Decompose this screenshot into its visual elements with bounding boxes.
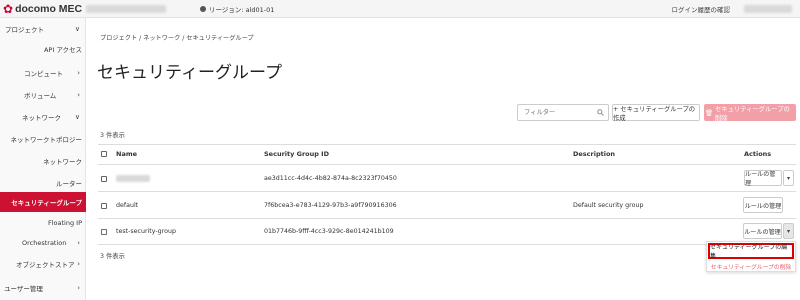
sidebar-item-label: ボリューム	[24, 92, 57, 100]
logo-text: docomo MEC	[15, 3, 83, 15]
item-count-bottom: 3 件表示	[100, 253, 125, 260]
column-header-id[interactable]: Security Group ID	[264, 150, 329, 158]
sidebar-item-routers[interactable]: ルーター	[0, 173, 86, 193]
edit-security-group-menu-item[interactable]: セキュリティーグループの編集	[708, 243, 794, 260]
sidebar-item-api-access[interactable]: API アクセス	[0, 39, 86, 59]
login-history-link[interactable]: ログイン履歴の確認	[672, 4, 731, 14]
delete-security-group-menu-item[interactable]: セキュリティーグループの削除	[708, 261, 794, 271]
sidebar-item-volume[interactable]: ボリューム ›	[0, 85, 86, 105]
table-divider	[98, 218, 796, 219]
row-security-group-id: 01b7746b-9fff-4cc3-929c-8e014241b109	[264, 228, 394, 235]
delete-security-group-button[interactable]: 🗑 セキュリティーグループの削除	[704, 104, 796, 122]
sidebar-item-project[interactable]: プロジェクト ∨	[0, 19, 86, 39]
breadcrumb[interactable]: プロジェクト / ネットワーク / セキュリティーグループ	[100, 33, 254, 42]
table-divider	[98, 244, 796, 245]
manage-rules-button[interactable]: ルールの管理	[744, 170, 782, 187]
caret-down-icon[interactable]: ▾	[783, 223, 794, 239]
sidebar-item-label: ネットワーク	[43, 158, 82, 166]
caret-down-icon[interactable]: ▾	[783, 170, 794, 186]
row-actions-dropdown: セキュリティーグループの編集 セキュリティーグループの削除	[706, 241, 796, 272]
row-name[interactable]: default	[116, 202, 138, 209]
table-divider	[98, 144, 796, 145]
column-header-name[interactable]: Name	[116, 150, 137, 158]
sidebar-item-network[interactable]: ネットワーク ∨	[0, 107, 86, 127]
chevron-right-icon: ›	[77, 69, 80, 77]
sidebar-item-label: API アクセス	[43, 46, 82, 54]
select-all-checkbox[interactable]	[101, 151, 107, 157]
location-pin-icon	[200, 6, 206, 12]
sidebar-item-label: セキュリティーグループ	[11, 199, 82, 207]
region-label: リージョン: ald01-01	[209, 6, 275, 14]
sidebar-item-networks[interactable]: ネットワーク	[0, 151, 86, 171]
sidebar-item-label: オブジェクトストア	[16, 261, 75, 269]
sidebar-item-network-topology[interactable]: ネットワークトポロジー	[0, 129, 86, 149]
chevron-right-icon: ›	[77, 91, 80, 99]
sidebar: プロジェクト ∨ API アクセス コンピュート › ボリューム › ネットワー…	[0, 18, 86, 300]
user-menu[interactable]	[744, 5, 792, 13]
sidebar-item-label: コンピュート	[24, 70, 63, 78]
trash-icon: 🗑	[705, 109, 713, 117]
chevron-right-icon: ›	[77, 260, 80, 268]
sidebar-item-label: ルーター	[56, 180, 82, 188]
chevron-right-icon: ›	[77, 239, 80, 247]
sidebar-item-object-store[interactable]: オブジェクトストア ›	[0, 254, 86, 274]
row-checkbox[interactable]	[101, 176, 107, 182]
chevron-right-icon: ›	[77, 284, 80, 292]
filter-input[interactable]	[517, 104, 609, 121]
sidebar-item-orchestration[interactable]: Orchestration ›	[0, 233, 86, 253]
manage-rules-button[interactable]: ルールの管理	[743, 223, 782, 239]
column-header-actions: Actions	[744, 150, 772, 158]
chevron-down-icon: ∨	[74, 113, 80, 121]
sidebar-item-label: ユーザー管理	[4, 285, 43, 293]
sidebar-item-label: プロジェクト	[5, 26, 44, 34]
sidebar-item-user-management[interactable]: ユーザー管理 ›	[0, 278, 86, 298]
sidebar-item-label: Floating IP	[47, 219, 82, 227]
row-name[interactable]: test-security-group	[116, 228, 176, 235]
chevron-down-icon: ∨	[74, 25, 80, 33]
row-security-group-id: ae3d11cc-4d4c-4b82-874a-8c2323f70450	[264, 175, 397, 182]
item-count: 3 件表示	[100, 132, 125, 139]
manage-rules-button[interactable]: ルールの管理	[743, 197, 783, 213]
table-divider	[98, 164, 796, 165]
page-title: セキュリティーグループ	[97, 63, 282, 83]
row-name[interactable]	[116, 175, 150, 182]
region-selector[interactable]: リージョン: ald01-01	[200, 4, 274, 14]
row-checkbox[interactable]	[101, 229, 107, 235]
logo-icon: ✿	[3, 2, 14, 16]
sidebar-item-label: ネットワークトポロジー	[10, 136, 83, 144]
create-security-group-button[interactable]: + セキュリティーグループの作成	[612, 104, 700, 122]
logo[interactable]: ✿ docomo MEC	[3, 2, 82, 16]
delete-button-label: セキュリティーグループの削除	[715, 105, 790, 122]
table-divider	[98, 191, 796, 192]
sidebar-item-floating-ip[interactable]: Floating IP	[0, 213, 86, 233]
sidebar-item-security-groups[interactable]: セキュリティーグループ	[0, 192, 86, 212]
row-description: Default security group	[573, 202, 644, 209]
project-selector[interactable]	[86, 5, 166, 13]
row-security-group-id: 7f6bcea3-e783-4129-97b3-a9f790916306	[264, 202, 397, 209]
sidebar-item-compute[interactable]: コンピュート ›	[0, 63, 86, 83]
sidebar-item-label: Orchestration	[22, 239, 67, 247]
top-bar: ✿ docomo MEC リージョン: ald01-01 ログイン履歴の確認	[0, 0, 800, 18]
row-checkbox[interactable]	[101, 203, 107, 209]
column-header-description[interactable]: Description	[573, 150, 615, 158]
search-icon[interactable]	[597, 109, 604, 116]
sidebar-item-label: ネットワーク	[22, 114, 61, 122]
